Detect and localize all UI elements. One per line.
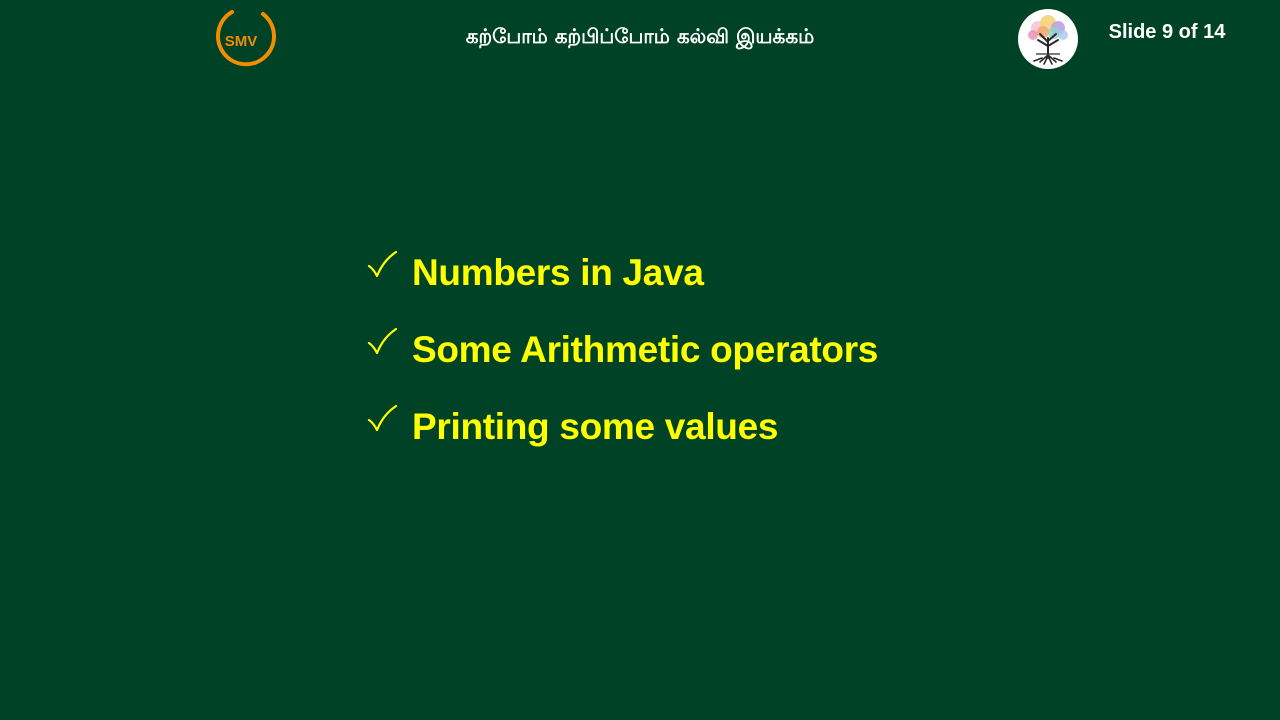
bullet-text: Numbers in Java — [412, 251, 704, 293]
slide-number: Slide 9 of 14 — [1108, 21, 1226, 43]
tree-logo-icon — [1016, 8, 1080, 70]
bullet-text: Some Arithmetic operators — [412, 328, 879, 370]
checkmark-icon — [364, 399, 412, 455]
bullet-list: Numbers in Java Some Arithmetic operator… — [364, 234, 878, 465]
header-title: கற்போம் கற்பிப்போம் கல்வி இயக்கம் — [465, 24, 815, 48]
list-item: Printing some values — [364, 388, 878, 465]
list-item: Some Arithmetic operators — [364, 311, 878, 388]
smv-logo-icon: SMV — [210, 7, 276, 70]
bullet-text: Printing some values — [412, 405, 779, 447]
slide: SMV கற்போம் கற்பிப்போம் கல்வி இயக்கம் Sl… — [0, 0, 1280, 720]
checkmark-icon — [364, 322, 412, 378]
svg-text:SMV: SMV — [225, 33, 258, 50]
checkmark-icon — [364, 245, 412, 301]
list-item: Numbers in Java — [364, 234, 878, 311]
